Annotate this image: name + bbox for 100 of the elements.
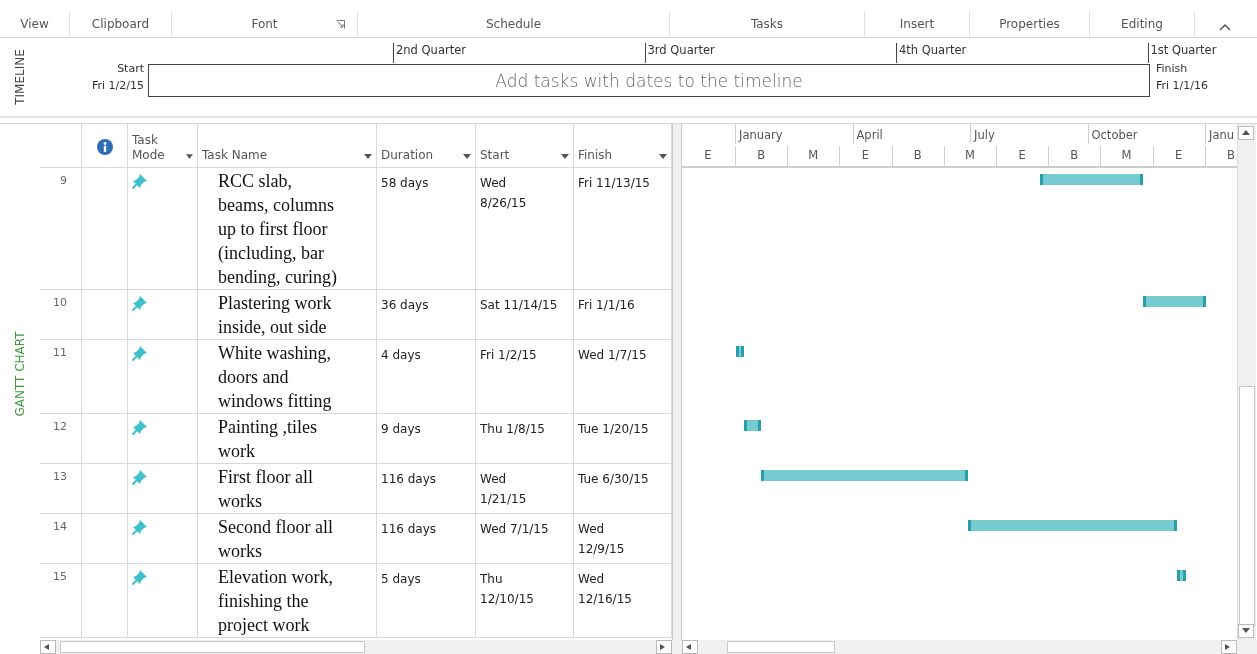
timescale-label: E bbox=[1018, 148, 1026, 162]
scroll-down-button[interactable] bbox=[1238, 624, 1254, 638]
column-label: Task Mode bbox=[132, 133, 166, 163]
scroll-thumb[interactable] bbox=[1239, 386, 1255, 626]
scroll-thumb[interactable] bbox=[727, 641, 835, 653]
task-name-cell: White washing, doors and windows fitting bbox=[198, 340, 377, 414]
quarter-label: 4th Quarter bbox=[896, 43, 967, 63]
pushpin-icon bbox=[132, 519, 148, 535]
scroll-thumb[interactable] bbox=[60, 641, 365, 653]
start-date: Fri 1/2/15 bbox=[92, 79, 144, 92]
timescale-label: Janu bbox=[1209, 128, 1235, 142]
duration-cell: 116 days bbox=[377, 464, 476, 514]
duration-cell: 9 days bbox=[377, 414, 476, 464]
quarter-label: 3rd Quarter bbox=[644, 43, 715, 63]
start-cell: Fri 1/2/15 bbox=[476, 340, 574, 414]
task-bar[interactable] bbox=[968, 520, 1177, 531]
column-header[interactable]: Task Mode bbox=[132, 133, 193, 163]
task-name-cell: Painting ,tiles work bbox=[198, 414, 377, 464]
row-number: 9 bbox=[40, 168, 82, 290]
task-bar[interactable] bbox=[1143, 296, 1207, 307]
scroll-up-button[interactable] bbox=[1238, 126, 1254, 140]
finish-date: Fri 1/1/16 bbox=[1156, 79, 1208, 92]
horizontal-scrollbar[interactable] bbox=[40, 640, 672, 654]
quarter-label: 2nd Quarter bbox=[393, 43, 466, 63]
column-header[interactable]: Finish bbox=[578, 148, 667, 163]
row-number: 12 bbox=[40, 414, 82, 464]
column-header[interactable]: Task Name bbox=[202, 148, 372, 163]
start-cell: Sat 11/14/15 bbox=[476, 290, 574, 340]
timescale-label: July bbox=[974, 128, 995, 142]
timescale-label: January bbox=[739, 128, 783, 142]
up-arrow-icon bbox=[1241, 129, 1251, 137]
timescale-label: April bbox=[856, 128, 883, 142]
scroll-right-button[interactable] bbox=[656, 640, 672, 654]
timeline-label: TIMELINE bbox=[13, 49, 27, 105]
down-arrow-icon bbox=[1241, 627, 1251, 635]
pushpin-icon bbox=[132, 569, 148, 585]
duration-cell: 116 days bbox=[377, 514, 476, 564]
ribbon-group-label: Schedule bbox=[358, 11, 670, 37]
ribbon-group-label: View bbox=[0, 11, 70, 37]
start-cell: Thu 12/10/15 bbox=[476, 564, 574, 638]
column-label: Task Name bbox=[202, 148, 268, 163]
column-label: Start bbox=[480, 148, 510, 163]
task-bar[interactable] bbox=[1040, 174, 1144, 185]
row-number: 10 bbox=[40, 290, 82, 340]
timescale-label: B bbox=[757, 148, 766, 162]
task-name-cell: First floor all works bbox=[198, 464, 377, 514]
timescale-label: M bbox=[964, 148, 975, 162]
timescale-label: E bbox=[861, 148, 870, 162]
timescale-label: E bbox=[1175, 148, 1183, 162]
pushpin-icon bbox=[132, 419, 148, 435]
task-bar[interactable] bbox=[760, 470, 969, 481]
scroll-right-button[interactable] bbox=[1221, 640, 1237, 654]
task-bar[interactable] bbox=[1176, 570, 1186, 581]
pushpin-icon bbox=[132, 469, 148, 485]
timescale-label: M bbox=[808, 148, 819, 162]
scroll-left-button[interactable] bbox=[682, 640, 698, 654]
task-name-cell: Plastering work inside, out side bbox=[198, 290, 377, 340]
dialog-launcher-icon[interactable] bbox=[336, 20, 345, 29]
row-number: 14 bbox=[40, 514, 82, 564]
scroll-left-button[interactable] bbox=[40, 640, 56, 654]
start-cell: Thu 1/8/15 bbox=[476, 414, 574, 464]
horizontal-scrollbar[interactable] bbox=[682, 640, 1237, 654]
duration-cell: 4 days bbox=[377, 340, 476, 414]
ribbon-group-label: Editing bbox=[1090, 11, 1195, 37]
ribbon-group-label: Properties bbox=[970, 11, 1090, 37]
duration-cell: 5 days bbox=[377, 564, 476, 638]
column-header[interactable]: Start bbox=[480, 148, 569, 163]
info-icon bbox=[96, 139, 113, 155]
vertical-scrollbar[interactable] bbox=[1237, 124, 1256, 640]
task-name-cell: RCC slab, beams, columns up to first floor (including, bar bending, curing) bbox=[198, 168, 377, 290]
task-bar[interactable] bbox=[736, 346, 745, 357]
task-name-cell: Second floor all works bbox=[198, 514, 377, 564]
collapse-ribbon-icon[interactable] bbox=[1219, 23, 1231, 31]
timescale-label: B bbox=[1226, 148, 1235, 162]
start-label: Start bbox=[117, 62, 144, 75]
timescale-label: B bbox=[913, 148, 922, 162]
start-cell: Wed 1/21/15 bbox=[476, 464, 574, 514]
task-name-cell: Elevation work, finishing the project work bbox=[198, 564, 377, 638]
view-label: GANTT CHART bbox=[13, 331, 27, 417]
column-header[interactable]: Duration bbox=[381, 148, 471, 163]
pushpin-icon bbox=[132, 295, 148, 311]
timescale-label: E bbox=[704, 148, 712, 162]
ribbon-group-label: Font bbox=[172, 11, 358, 37]
timeline-bar[interactable]: Add tasks with dates to the timeline bbox=[148, 64, 1150, 97]
duration-cell: 36 days bbox=[377, 290, 476, 340]
column-label: Finish bbox=[578, 148, 613, 163]
quarter-label: 1st Quarter bbox=[1147, 43, 1217, 63]
timescale-label: B bbox=[1070, 148, 1079, 162]
duration-cell: 58 days bbox=[377, 168, 476, 290]
timescale-label: M bbox=[1121, 148, 1132, 162]
row-number: 15 bbox=[40, 564, 82, 638]
pushpin-icon bbox=[132, 345, 148, 361]
ribbon-group-label: Clipboard bbox=[70, 11, 172, 37]
ribbon-group-label: Insert bbox=[865, 11, 970, 37]
pushpin-icon bbox=[132, 173, 148, 189]
column-label: Duration bbox=[381, 148, 434, 163]
start-cell: Wed 8/26/15 bbox=[476, 168, 574, 290]
finish-label: Finish bbox=[1156, 62, 1188, 75]
task-bar[interactable] bbox=[744, 420, 761, 431]
ribbon-group-label: Tasks bbox=[670, 11, 865, 37]
